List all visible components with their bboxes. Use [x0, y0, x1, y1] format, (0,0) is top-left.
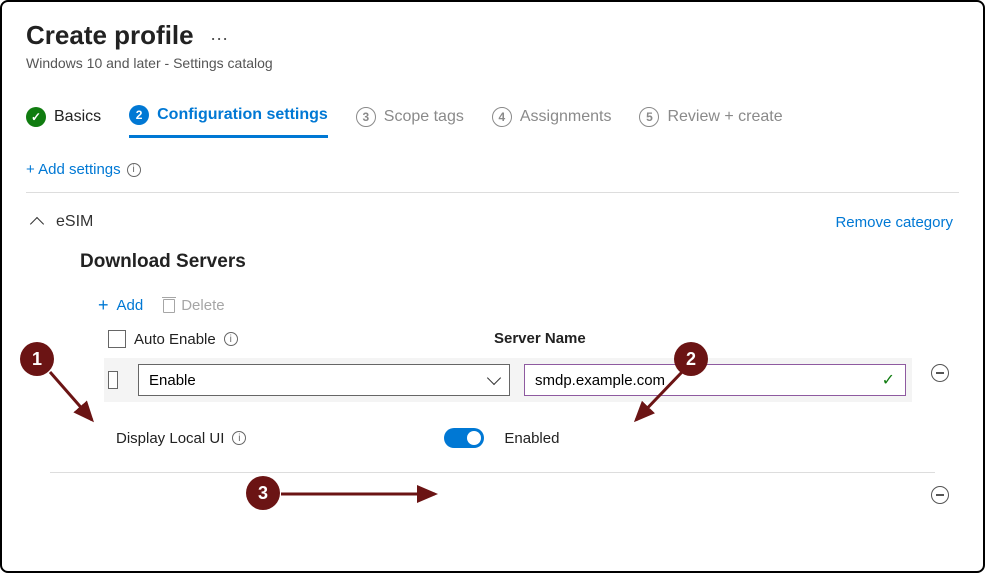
display-local-ui-toggle[interactable] — [444, 428, 484, 448]
wizard-step-label: Review + create — [667, 108, 782, 126]
input-value: smdp.example.com — [535, 372, 665, 389]
step-number-icon: 2 — [129, 105, 149, 125]
remove-category-link[interactable]: Remove category — [835, 214, 953, 231]
wizard-step-label: Assignments — [520, 108, 612, 126]
annotation-3: 3 — [246, 476, 280, 510]
toggle-thumb — [467, 431, 481, 445]
display-local-ui-label: Display Local UI — [116, 430, 224, 447]
select-value: Enable — [149, 372, 196, 389]
wizard-step-assignments[interactable]: 4 Assignments — [492, 107, 612, 137]
more-icon[interactable]: ⋯ — [210, 29, 228, 49]
plus-icon: + — [98, 295, 109, 316]
server-row: Enable smdp.example.com ✓ — [104, 358, 912, 402]
info-icon[interactable]: i — [127, 163, 141, 177]
check-icon: ✓ — [26, 107, 46, 127]
wizard-step-scope-tags[interactable]: 3 Scope tags — [356, 107, 464, 137]
wizard-step-label: Configuration settings — [157, 106, 328, 124]
page-subtitle: Windows 10 and later - Settings catalog — [26, 55, 959, 71]
wizard-steps: ✓ Basics 2 Configuration settings 3 Scop… — [26, 105, 959, 139]
row-checkbox[interactable] — [108, 371, 118, 389]
column-header-auto-enable: Auto Enable — [134, 331, 216, 348]
divider — [50, 472, 935, 473]
info-icon[interactable]: i — [232, 431, 246, 445]
wizard-step-configuration[interactable]: 2 Configuration settings — [129, 105, 328, 138]
step-number-icon: 4 — [492, 107, 512, 127]
collapse-row-button[interactable] — [931, 364, 949, 382]
annotation-1: 1 — [20, 342, 54, 376]
section-title: Download Servers — [80, 251, 959, 273]
chevron-down-icon — [487, 371, 501, 385]
add-settings-link[interactable]: + Add settings — [26, 161, 121, 178]
server-name-input[interactable]: smdp.example.com ✓ — [524, 364, 906, 396]
step-number-icon: 5 — [639, 107, 659, 127]
toggle-state-label: Enabled — [504, 430, 559, 447]
wizard-step-review[interactable]: 5 Review + create — [639, 107, 782, 137]
info-icon[interactable]: i — [224, 332, 238, 346]
select-all-checkbox[interactable] — [108, 330, 126, 348]
category-name: eSIM — [56, 213, 93, 231]
annotation-2: 2 — [674, 342, 708, 376]
step-number-icon: 3 — [356, 107, 376, 127]
wizard-step-basics[interactable]: ✓ Basics — [26, 107, 101, 137]
delete-button-label: Delete — [181, 297, 224, 314]
wizard-step-label: Basics — [54, 108, 101, 126]
add-button-label: Add — [117, 297, 144, 314]
add-button[interactable]: + Add — [98, 295, 143, 316]
wizard-step-label: Scope tags — [384, 108, 464, 126]
collapse-row-button[interactable] — [931, 486, 949, 504]
auto-enable-select[interactable]: Enable — [138, 364, 510, 396]
divider — [26, 192, 959, 193]
trash-icon — [163, 299, 175, 313]
valid-check-icon: ✓ — [882, 370, 895, 390]
chevron-up-icon[interactable] — [30, 217, 44, 231]
page-title: Create profile — [26, 20, 194, 51]
delete-button: Delete — [163, 297, 224, 314]
column-header-server-name: Server Name — [494, 330, 586, 347]
